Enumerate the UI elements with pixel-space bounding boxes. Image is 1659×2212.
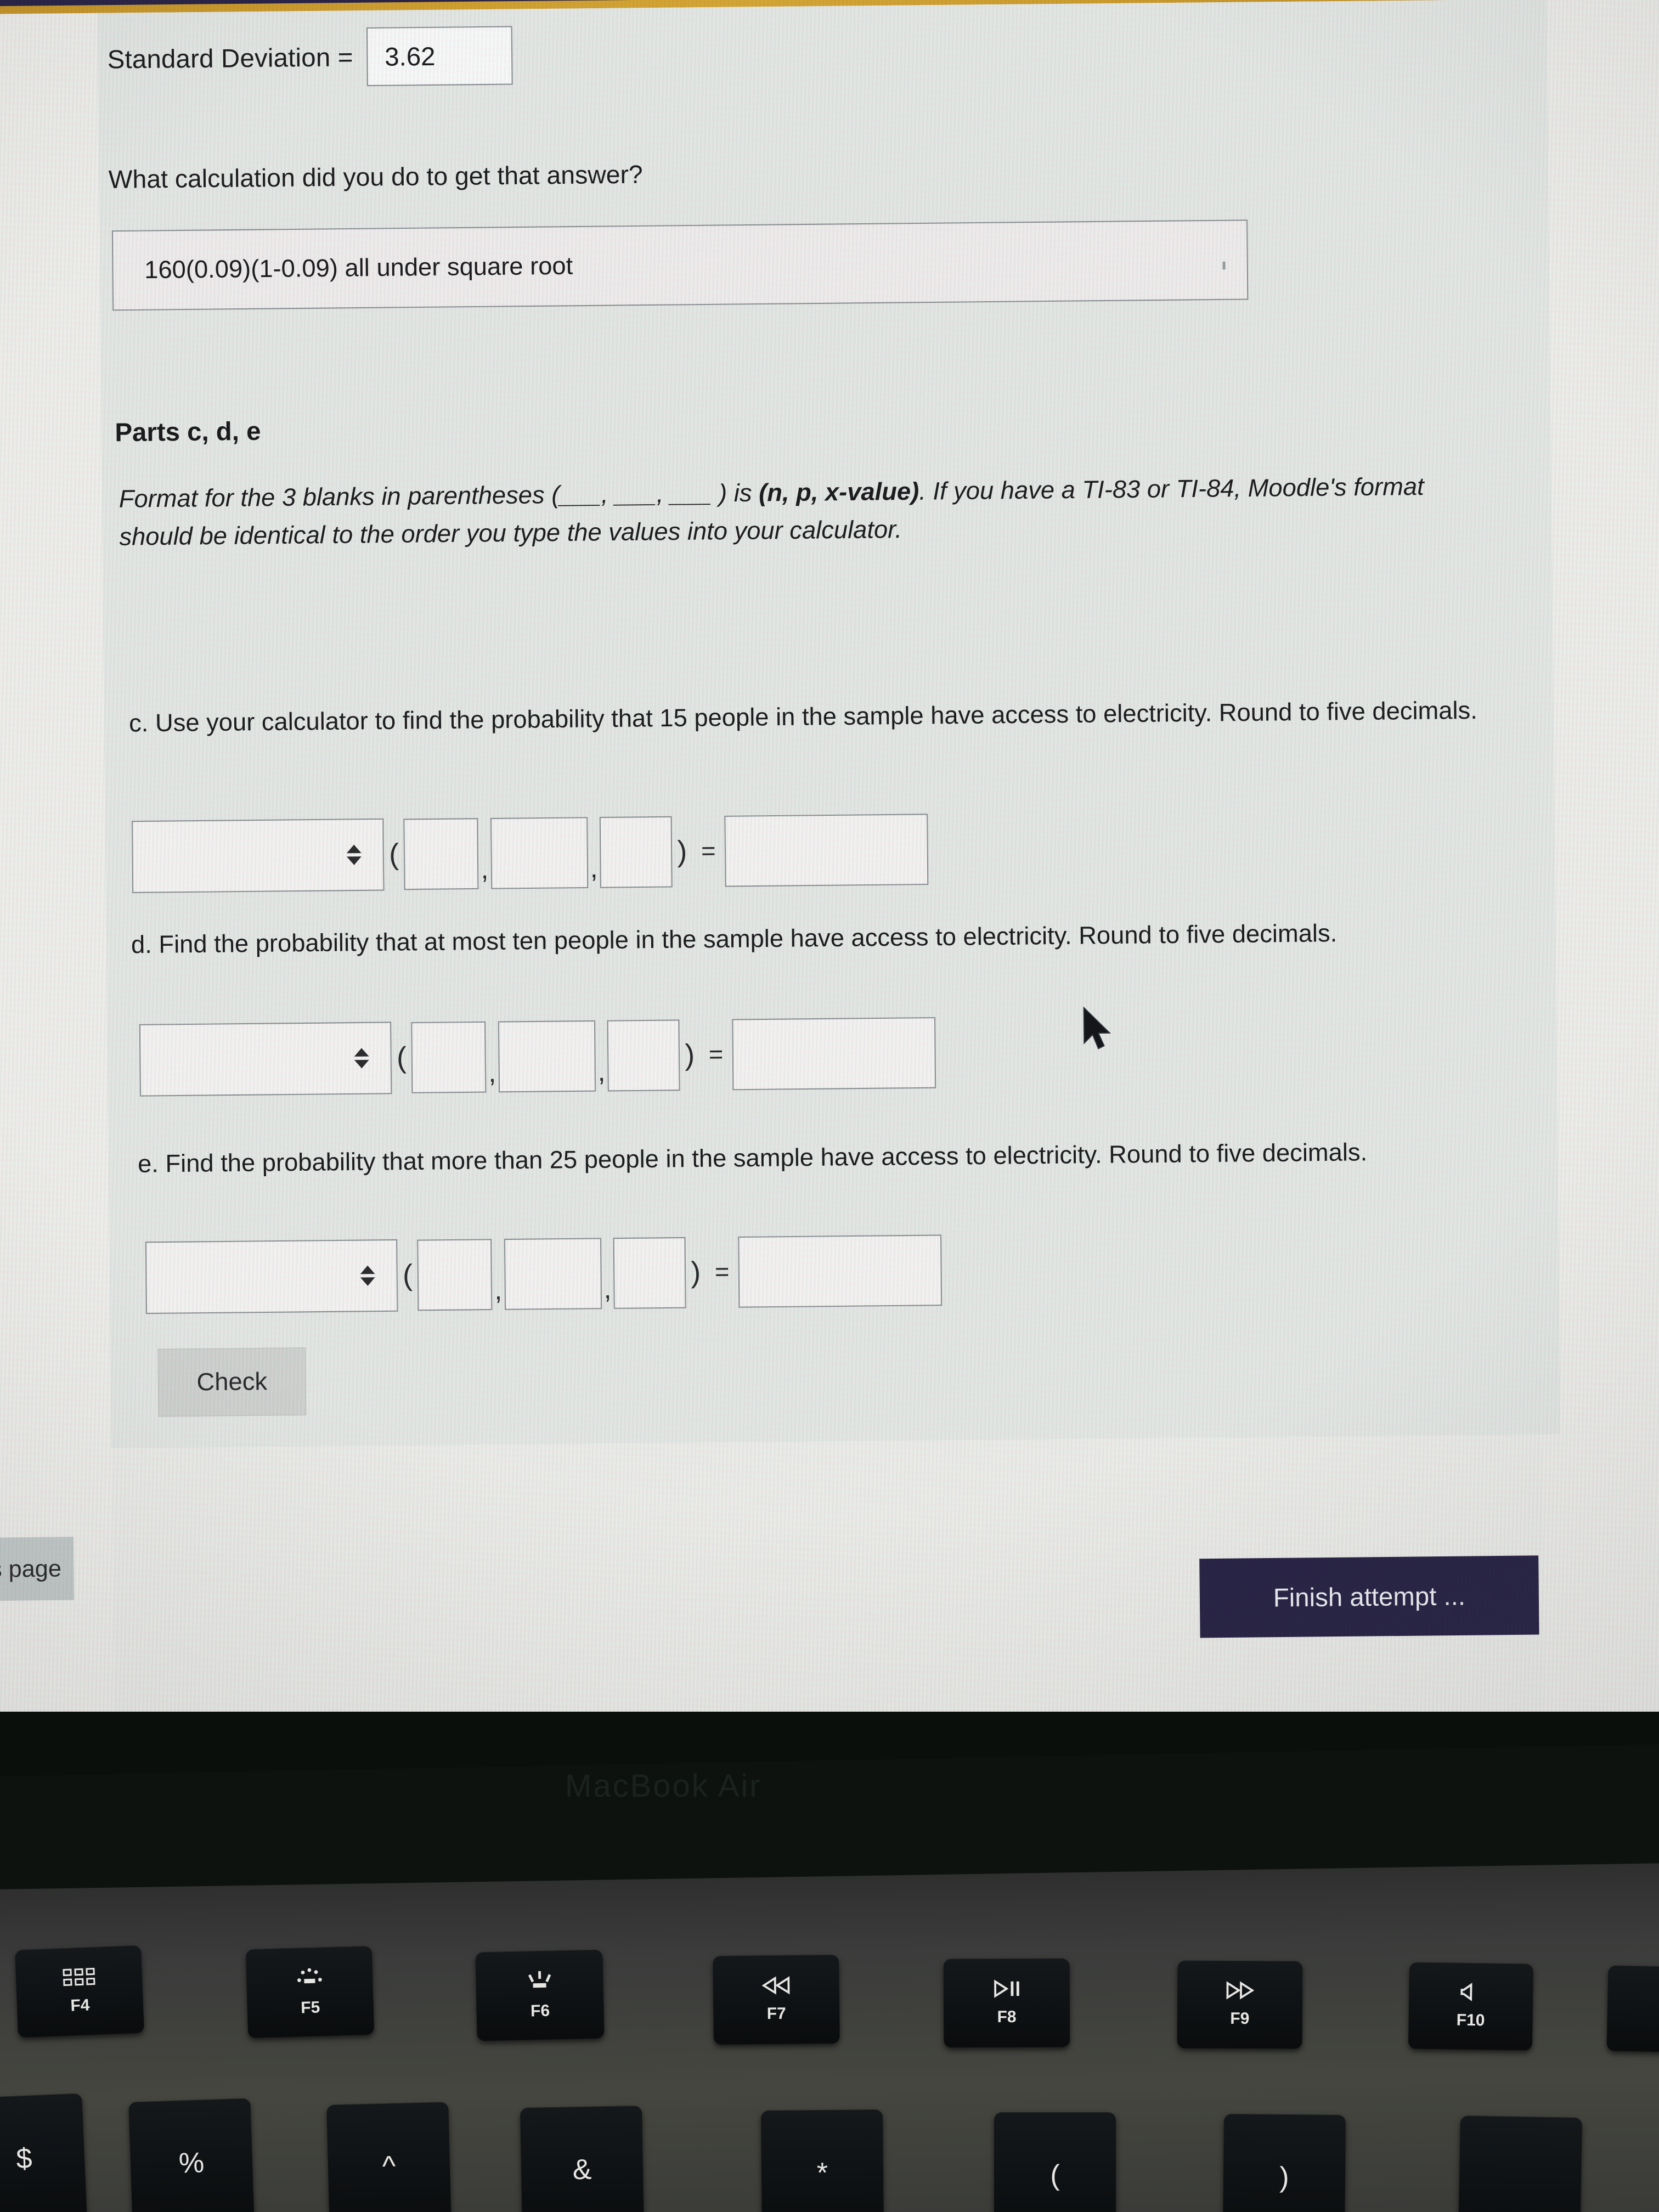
number-key-row: $ % ^ & * ( ) bbox=[0, 2093, 1659, 2212]
key-f10-label: F10 bbox=[1456, 2011, 1485, 2030]
part-d-equals: = bbox=[708, 1040, 724, 1069]
part-c-result-input[interactable] bbox=[724, 814, 929, 887]
key-f6-label: F6 bbox=[530, 2001, 550, 2021]
part-d-function-select[interactable] bbox=[139, 1022, 392, 1097]
key-f11[interactable] bbox=[1606, 1965, 1659, 2053]
select-stepper-arrows-icon bbox=[346, 844, 362, 865]
screenshot-root: Standard Deviation = 3.62 What calculati… bbox=[0, 0, 1659, 2212]
part-c-close-paren: ) bbox=[677, 835, 687, 868]
standard-deviation-label: Standard Deviation = bbox=[107, 42, 353, 74]
part-c-comma-2: , bbox=[590, 853, 598, 884]
mute-icon bbox=[1459, 1983, 1483, 2002]
part-e-function-select[interactable] bbox=[145, 1239, 398, 1314]
part-e-x-input[interactable] bbox=[613, 1237, 686, 1309]
part-c-answer-row: ( , , ) = bbox=[131, 813, 929, 893]
mouse-cursor-icon bbox=[1083, 1006, 1111, 1049]
key-f6[interactable]: F6 bbox=[475, 1949, 605, 2041]
part-e-p-input[interactable] bbox=[504, 1238, 602, 1310]
select-stepper-arrows-icon bbox=[360, 1265, 375, 1286]
keyboard-backlight-up-icon bbox=[524, 1970, 555, 1992]
standard-deviation-row: Standard Deviation = 3.62 bbox=[107, 26, 513, 88]
finish-attempt-button[interactable]: Finish attempt ... bbox=[1199, 1555, 1539, 1638]
part-d-close-paren: ) bbox=[685, 1039, 695, 1072]
function-key-row: F4 F5 F6 F7 F8 F9 F10 bbox=[0, 1942, 1659, 2079]
part-e-equals: = bbox=[714, 1258, 730, 1286]
key-caret[interactable]: ^ bbox=[326, 2102, 452, 2212]
play-pause-icon bbox=[991, 1979, 1022, 1998]
key-f7[interactable]: F7 bbox=[713, 1954, 840, 2045]
launchpad-icon bbox=[63, 1967, 95, 1986]
part-c-open-paren: ( bbox=[388, 838, 399, 871]
key-f8[interactable]: F8 bbox=[943, 1958, 1070, 2048]
key-dollar-label: $ bbox=[15, 2142, 33, 2175]
key-f10[interactable]: F10 bbox=[1408, 1962, 1534, 2051]
calculation-question-text: What calculation did you do to get that … bbox=[108, 160, 643, 194]
part-d-n-input[interactable] bbox=[411, 1021, 487, 1093]
key-ampersand-label: & bbox=[572, 2153, 592, 2186]
key-open-paren[interactable]: ( bbox=[994, 2112, 1116, 2212]
check-button[interactable]: Check bbox=[157, 1347, 307, 1417]
key-minus[interactable] bbox=[1458, 2115, 1582, 2212]
key-caret-label: ^ bbox=[382, 2150, 396, 2183]
calculation-answer-value: 160(0.09)(1-0.09) all under square root bbox=[144, 252, 573, 284]
parts-format-note: Format for the 3 blanks in parentheses (… bbox=[119, 468, 1458, 556]
key-close-paren-label: ) bbox=[1279, 2161, 1289, 2194]
part-c-n-input[interactable] bbox=[403, 818, 479, 890]
rewind-icon bbox=[760, 1976, 792, 1995]
key-f8-label: F8 bbox=[997, 2007, 1017, 2027]
key-close-paren[interactable]: ) bbox=[1223, 2114, 1346, 2212]
part-e-comma-1: , bbox=[494, 1276, 503, 1306]
key-dollar[interactable]: $ bbox=[0, 2093, 87, 2212]
parts-note-part1: Format for the 3 blanks in parentheses (… bbox=[119, 479, 759, 514]
part-c-x-input[interactable] bbox=[599, 816, 673, 888]
part-d-comma-1: , bbox=[488, 1058, 496, 1088]
key-open-paren-label: ( bbox=[1050, 2159, 1060, 2191]
part-e-n-input[interactable] bbox=[417, 1239, 493, 1311]
laptop-bottom-bezel bbox=[0, 1712, 1659, 1778]
key-f7-label: F7 bbox=[766, 2004, 786, 2023]
parts-heading: Parts c, d, e bbox=[115, 416, 261, 447]
part-c-equals: = bbox=[701, 837, 716, 865]
key-f9-label: F9 bbox=[1230, 2009, 1250, 2028]
calculation-answer-input[interactable]: 160(0.09)(1-0.09) all under square root bbox=[111, 219, 1249, 311]
part-d-answer-row: ( , , ) = bbox=[139, 1017, 936, 1097]
macbook-air-branding: MacBook Air bbox=[565, 1768, 762, 1804]
key-percent[interactable]: % bbox=[128, 2098, 255, 2212]
part-c-comma-1: , bbox=[481, 854, 489, 885]
fast-forward-icon bbox=[1224, 1981, 1256, 2000]
select-stepper-arrows-icon bbox=[354, 1048, 369, 1069]
part-d-result-input[interactable] bbox=[732, 1017, 936, 1091]
key-f4[interactable]: F4 bbox=[15, 1945, 144, 2038]
previous-page-button[interactable]: us page bbox=[0, 1537, 75, 1602]
page-left-margin bbox=[0, 13, 116, 1796]
part-e-open-paren: ( bbox=[402, 1259, 413, 1292]
moodle-quiz-page: Standard Deviation = 3.62 What calculati… bbox=[0, 0, 1659, 1796]
part-c-p-input[interactable] bbox=[490, 817, 588, 889]
part-e-result-input[interactable] bbox=[738, 1234, 943, 1308]
key-asterisk-label: * bbox=[816, 2157, 828, 2190]
part-d-x-input[interactable] bbox=[607, 1019, 680, 1092]
part-d-open-paren: ( bbox=[396, 1041, 407, 1075]
part-e-answer-row: ( , , ) = bbox=[145, 1234, 943, 1314]
key-ampersand[interactable]: & bbox=[520, 2106, 644, 2212]
laptop-screen: Standard Deviation = 3.62 What calculati… bbox=[0, 0, 1659, 1796]
standard-deviation-input[interactable]: 3.62 bbox=[366, 26, 513, 87]
key-asterisk[interactable]: * bbox=[761, 2109, 884, 2212]
text-caret bbox=[1222, 261, 1226, 270]
key-f4-label: F4 bbox=[70, 1995, 91, 2015]
parts-note-bold: (n, p, x-value) bbox=[758, 477, 919, 507]
key-f5-label: F5 bbox=[300, 1998, 320, 2017]
part-d-comma-2: , bbox=[597, 1057, 606, 1087]
part-d-p-input[interactable] bbox=[498, 1020, 596, 1093]
key-percent-label: % bbox=[178, 2147, 205, 2180]
key-f9[interactable]: F9 bbox=[1177, 1960, 1303, 2049]
part-e-close-paren: ) bbox=[691, 1256, 701, 1289]
keyboard-backlight-down-icon bbox=[295, 1966, 324, 1989]
part-c-function-select[interactable] bbox=[131, 818, 385, 893]
key-f5[interactable]: F5 bbox=[245, 1945, 375, 2039]
part-e-comma-2: , bbox=[603, 1274, 612, 1305]
